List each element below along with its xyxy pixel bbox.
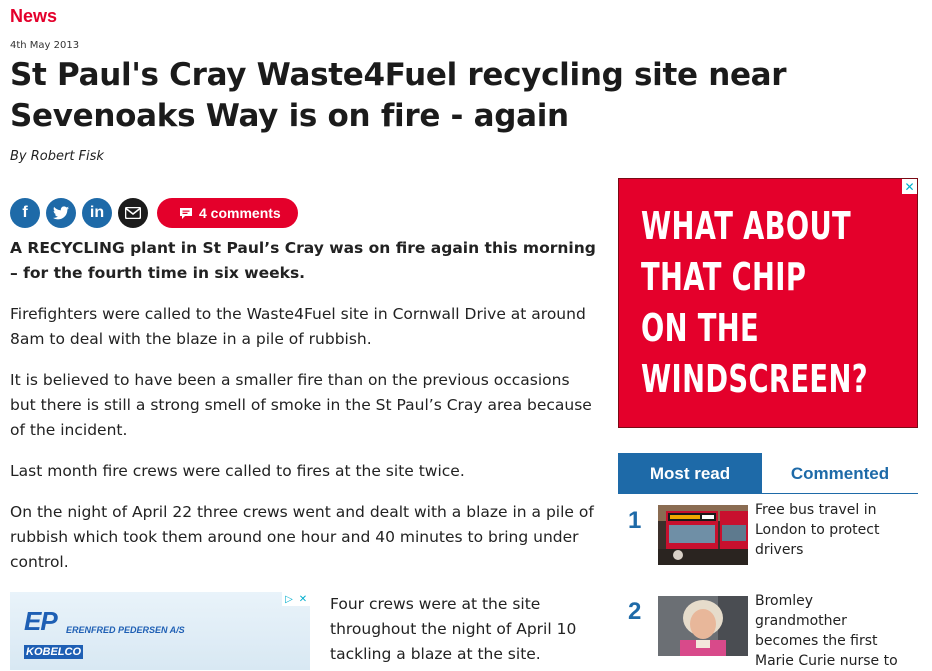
most-read-title[interactable]: Free bus travel in London to protect dri… [755,500,905,560]
article-paragraph: Last month fire crews were called to fir… [10,462,465,480]
section-label[interactable]: News [10,6,57,27]
facebook-share-button[interactable]: f [10,198,40,228]
twitter-share-button[interactable] [46,198,76,228]
twitter-icon [53,206,69,220]
article-body: A RECYCLING plant in St Paul’s Cray was … [10,236,600,591]
ad-close-icon[interactable]: ✕ [296,592,310,606]
adchoices-icon[interactable]: ▷ [282,592,296,606]
linkedin-share-button[interactable]: in [82,198,112,228]
article-paragraph: Firefighters were called to the Waste4Fu… [10,305,586,348]
article-headline: St Paul's Cray Waste4Fuel recycling site… [10,57,787,134]
envelope-icon [125,207,141,219]
inline-advertisement[interactable]: EP ERENFRED PEDERSEN A/S KOBELCO ▷ ✕ [10,592,310,670]
most-read-title[interactable]: Bromley grandmother becomes the first Ma… [755,591,905,671]
woman-portrait-photo[interactable] [658,596,748,656]
article-date: 4th May 2013 [10,40,80,51]
share-bar: f in 4 comments [10,198,298,228]
bus-photo[interactable] [658,505,748,565]
article-paragraph: On the night of April 22 three crews wen… [10,503,594,571]
email-share-button[interactable] [118,198,148,228]
tab-most-read[interactable]: Most read [618,453,762,494]
ad-headline: WHAT ABOUT THAT CHIP ON THE WINDSCREEN? [641,204,868,401]
most-read-tabs: Most read Commented [618,453,918,494]
comment-bubble-icon [179,207,193,220]
tab-divider [618,493,918,494]
rank-number: 1 [628,507,642,534]
article-paragraph: It is believed to have been a smaller fi… [10,371,592,439]
rank-number: 2 [628,598,642,625]
tab-commented[interactable]: Commented [768,453,912,494]
linkedin-icon: in [89,204,105,221]
facebook-icon: f [22,204,28,221]
comments-count-label: 4 comments [199,205,281,221]
ad-partner-logo: KOBELCO [24,645,83,659]
ad-choices[interactable]: ▷ ✕ [282,592,310,606]
article-lead-paragraph: A RECYCLING plant in St Paul’s Cray was … [10,239,596,282]
ad-close-icon[interactable]: ✕ [902,179,917,194]
sidebar-advertisement[interactable]: WHAT ABOUT THAT CHIP ON THE WINDSCREEN? … [618,178,918,428]
comments-button[interactable]: 4 comments [157,198,298,228]
ad-company-name: ERENFRED PEDERSEN A/S [66,625,185,635]
article-paragraph: Four crews were at the site throughout t… [330,595,577,663]
ep-logo: EP [24,606,58,636]
article-byline: By Robert Fisk [10,149,104,164]
